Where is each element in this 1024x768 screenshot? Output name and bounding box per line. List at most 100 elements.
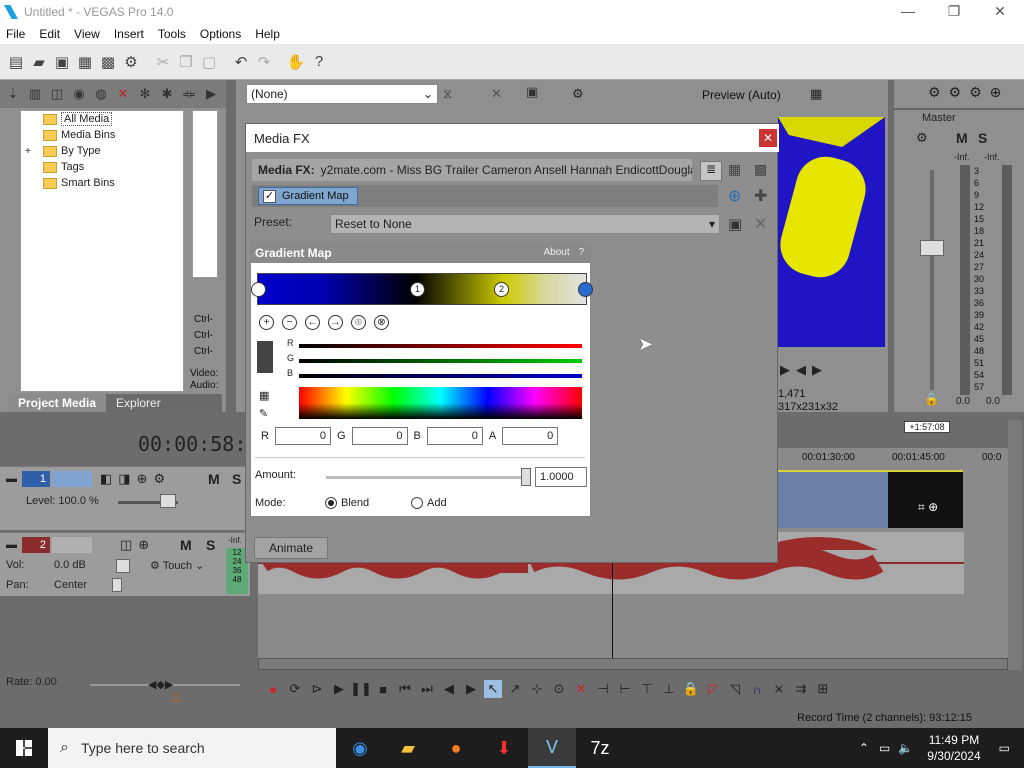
collapse-icon[interactable]: ▬ (6, 539, 17, 551)
marker-icon[interactable]: ◸ (704, 680, 722, 698)
properties-gear-icon[interactable]: ⚙ (121, 52, 141, 72)
whats-this-help-icon[interactable]: ? (309, 52, 329, 72)
tree-item-by-type[interactable]: + By Type (25, 143, 101, 159)
preview-gear-icon[interactable]: ⚙ (572, 86, 584, 102)
help-link[interactable]: ? (578, 247, 584, 258)
gradient-stop-end[interactable] (578, 282, 593, 297)
a-value-input[interactable]: 0 (502, 427, 559, 445)
copy-icon[interactable]: ❐ (176, 52, 196, 72)
red-channel-slider[interactable]: R (287, 338, 582, 348)
plugin-chain-icon[interactable]: ⊕ (728, 186, 741, 206)
go-to-start-icon[interactable]: ⏮ (396, 680, 414, 698)
7zip-icon[interactable]: 7z (576, 728, 624, 768)
timeline-horizontal-scrollbar[interactable] (258, 658, 1008, 670)
expand-plus-icon[interactable]: + (25, 146, 43, 157)
save-as-icon[interactable]: ▦ (75, 52, 95, 72)
gradient-stop-start[interactable] (251, 282, 266, 297)
render-icon[interactable]: ▩ (98, 52, 118, 72)
new-file-icon[interactable]: ▤ (6, 52, 26, 72)
paste-icon[interactable]: ▢ (199, 52, 219, 72)
master-solo-button[interactable]: S (978, 130, 987, 146)
zoom-tool-icon[interactable]: ⊙ (550, 680, 568, 698)
eyedropper-icon[interactable]: ✎ (259, 407, 268, 420)
gradient-stop-2[interactable]: 2 (494, 282, 509, 297)
next-frame-icon[interactable]: ▶ (462, 680, 480, 698)
fx-settings-icon[interactable]: ⧖ (443, 86, 452, 102)
gradient-bar[interactable]: 1 2 (251, 273, 593, 305)
trim-end-icon[interactable]: ⊤ (638, 680, 656, 698)
remove-fx-icon[interactable]: ✕ (491, 86, 502, 102)
file-explorer-icon[interactable]: ▰ (384, 728, 432, 768)
selection-tool-icon[interactable]: ⊹ (528, 680, 546, 698)
track2-pan-slider[interactable] (112, 578, 122, 592)
mode-add-radio[interactable]: Add (411, 497, 447, 509)
mode-blend-radio[interactable]: Blend (325, 497, 369, 509)
properties-icon[interactable]: ✱ (158, 85, 176, 103)
move-stop-left-icon[interactable]: ← (305, 315, 320, 330)
pause-icon[interactable]: ❚❚ (350, 680, 372, 698)
undo-icon[interactable]: ↶ (231, 52, 251, 72)
master-mute-button[interactable]: M (956, 130, 968, 146)
menu-options[interactable]: Options (194, 27, 249, 41)
tile-view-icon[interactable]: ▦ (728, 161, 741, 178)
grid-view-icon[interactable]: ▩ (754, 161, 767, 178)
play-icon[interactable]: ▶ (330, 680, 348, 698)
track2-volume-slider[interactable] (116, 559, 130, 573)
envelope-tool-icon[interactable]: ↗ (506, 680, 524, 698)
green-channel-slider[interactable]: G (287, 353, 582, 363)
save-icon[interactable]: ▣ (52, 52, 72, 72)
grid-overlay-icon[interactable]: ▦ (810, 86, 822, 102)
menu-file[interactable]: File (0, 27, 33, 41)
add-stop-icon[interactable]: + (259, 315, 274, 330)
move-stop-right-icon[interactable]: → (328, 315, 343, 330)
amount-slider-track[interactable] (326, 476, 524, 479)
preview-quality-dropdown[interactable]: Preview (Auto) (702, 88, 781, 102)
volume-icon[interactable]: 🔈 (894, 741, 917, 755)
save-preset-icon[interactable]: ▣ (728, 215, 742, 233)
split-icon[interactable]: ⟚ (180, 85, 198, 103)
dialog-close-button[interactable]: ✕ (759, 129, 777, 147)
menu-help[interactable]: Help (249, 27, 288, 41)
menu-tools[interactable]: Tools (152, 27, 194, 41)
remove-plugin-icon[interactable]: ✚ (754, 186, 767, 206)
snapping-magnet-icon[interactable]: ∩ (748, 680, 766, 698)
split-event-icon[interactable]: ⊥ (660, 680, 678, 698)
vegas-taskbar-icon[interactable]: V (528, 728, 576, 768)
tree-item-smart-bins[interactable]: Smart Bins (43, 175, 115, 191)
loop-icon[interactable]: ⟳ (286, 680, 304, 698)
video-event[interactable]: ⌗ ⊕ (776, 470, 963, 528)
menu-edit[interactable]: Edit (33, 27, 68, 41)
tab-explorer[interactable]: Explorer (106, 394, 171, 412)
tree-item-tags[interactable]: Tags (43, 159, 84, 175)
firefox-icon[interactable]: ● (432, 728, 480, 768)
trim-icon[interactable]: ⊣ (594, 680, 612, 698)
tab-project-media[interactable]: Project Media (8, 394, 107, 412)
video-track-header[interactable]: ▬ 1 ◧◨⊕⚙ M S Level: 100.0 % (0, 466, 250, 530)
normal-edit-tool-icon[interactable]: ↖ (484, 680, 502, 698)
auto-crossfade-icon[interactable]: ⨯ (770, 680, 788, 698)
r-value-input[interactable]: 0 (274, 427, 331, 445)
capture-icon[interactable]: ▥ (26, 85, 44, 103)
dialog-title-bar[interactable]: Media FX ✕ (246, 124, 779, 152)
event-pan-crop-icon[interactable]: ⌗ ⊕ (918, 500, 938, 515)
automation-touch-dropdown[interactable]: ⚙ Touch ⌄ (150, 559, 204, 572)
start-button[interactable] (0, 728, 48, 768)
import-media-icon[interactable]: ⇣ (4, 85, 22, 103)
network-icon[interactable]: ▭ (875, 741, 894, 755)
chrome-icon[interactable]: ◉ (336, 728, 384, 768)
color-picker-icon[interactable]: ▦ (259, 389, 269, 402)
timeline-vertical-scrollbar[interactable] (1008, 420, 1022, 670)
preview-fx-dropdown[interactable]: (None) ⌄ (246, 84, 438, 104)
redo-icon[interactable]: ↷ (254, 52, 274, 72)
notifications-icon[interactable]: ▭ (991, 741, 1024, 755)
amount-slider-thumb[interactable] (521, 468, 531, 486)
stop-icon[interactable]: ■ (374, 680, 392, 698)
ripple-edit-icon[interactable]: ⇉ (792, 680, 810, 698)
region-icon[interactable]: ◹ (726, 680, 744, 698)
delete-icon[interactable]: ✕ (572, 680, 590, 698)
animate-button[interactable]: Animate (254, 537, 328, 559)
track2-solo-button[interactable]: S (206, 537, 215, 553)
taskbar-search[interactable]: ⌕ Type here to search (48, 728, 336, 768)
track-fx-icons[interactable]: ◧◨⊕⚙ (100, 471, 171, 487)
b-value-input[interactable]: 0 (426, 427, 483, 445)
